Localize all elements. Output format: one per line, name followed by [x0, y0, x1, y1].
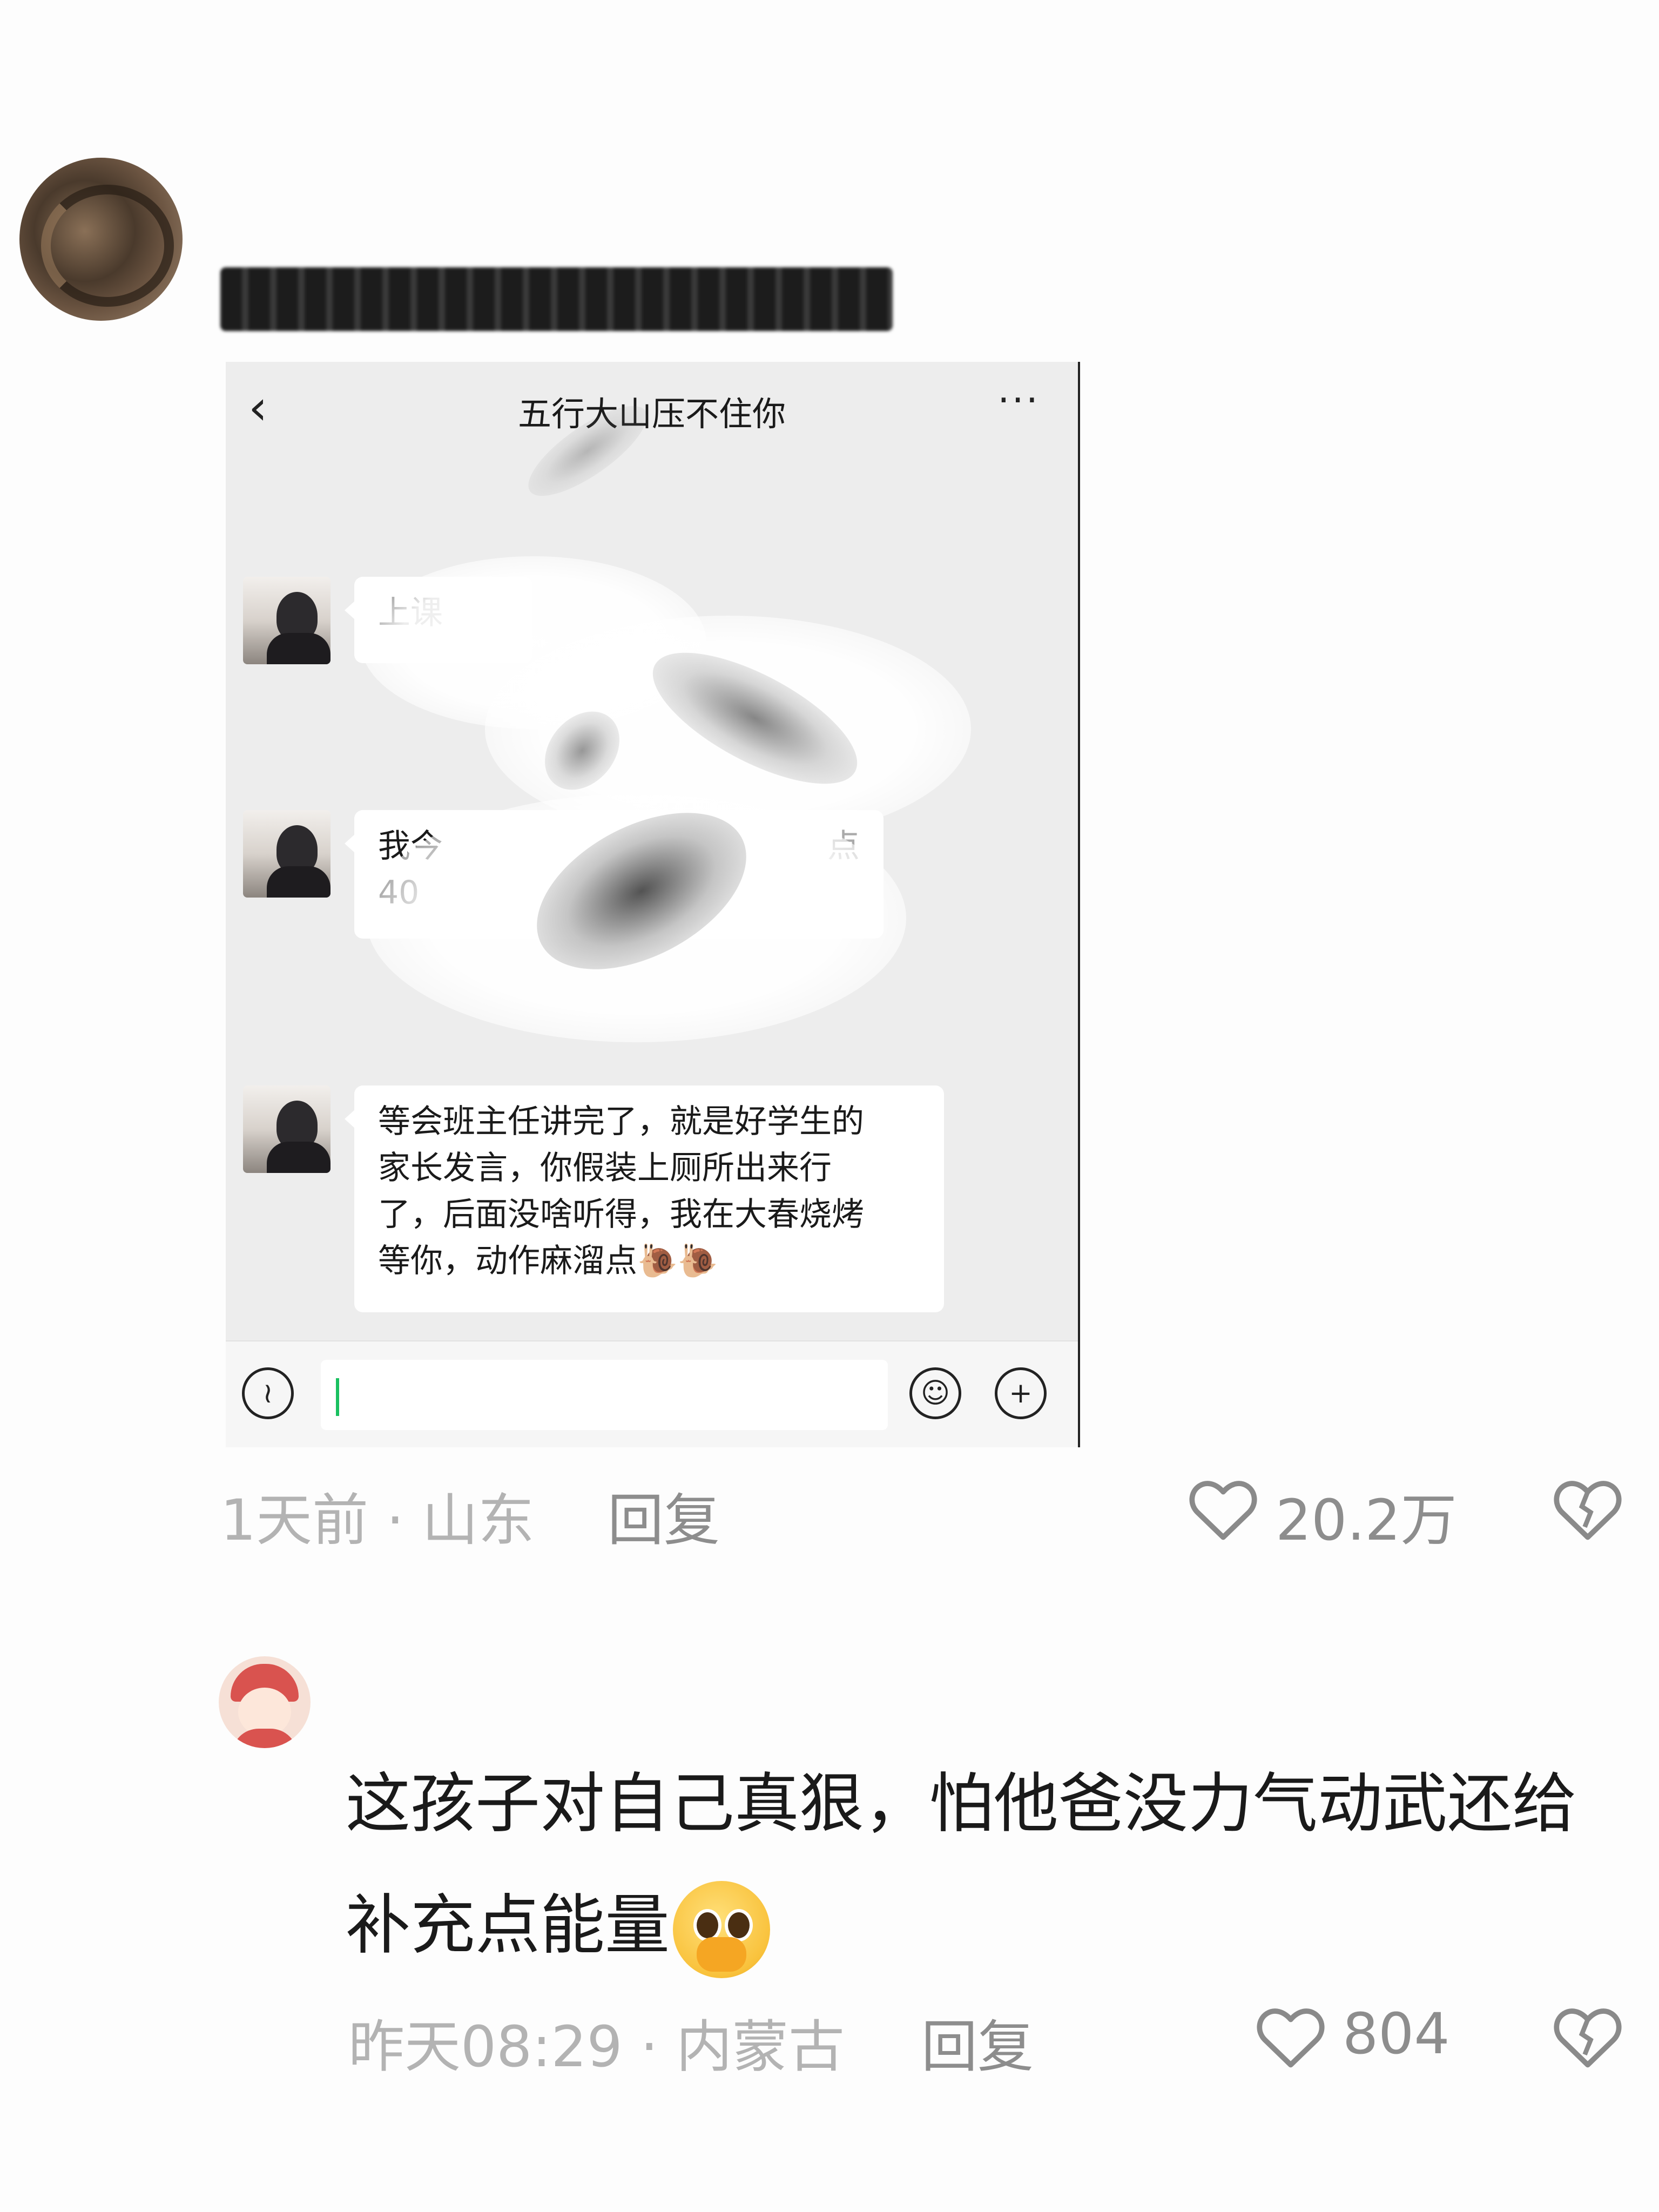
- reply-button[interactable]: 回复: [608, 1474, 720, 1556]
- message-text: 等你，动作麻溜点: [378, 1242, 637, 1280]
- snail-emoji: 🐌🐌: [637, 1242, 718, 1280]
- commenter-avatar[interactable]: [219, 1656, 311, 1748]
- chat-input-bar: ≀ ☺ +: [226, 1340, 1078, 1447]
- more-dots-icon: ···: [997, 378, 1040, 422]
- heart-outline-icon[interactable]: [1188, 1477, 1258, 1544]
- chat-header: ‹ 五行大山压不住你 ···: [226, 362, 1078, 454]
- broken-heart-icon[interactable]: [1553, 2005, 1623, 2072]
- sender-avatar: [243, 577, 331, 664]
- message-text: 了，后面没啥听得，我在大春烧烤: [378, 1196, 864, 1233]
- heart-outline-icon[interactable]: [1256, 2005, 1326, 2072]
- emoji-icon[interactable]: ☺: [909, 1367, 961, 1419]
- sender-avatar: [243, 1085, 331, 1173]
- broken-heart-icon[interactable]: [1553, 1477, 1623, 1544]
- comment-text-line: 这孩子对自己真狠，怕他爸没力气动武还给: [346, 1766, 1577, 1842]
- plus-icon[interactable]: +: [995, 1367, 1047, 1419]
- sender-avatar: [243, 810, 331, 898]
- redacted-comment-text: [220, 267, 893, 331]
- like-count: 20.2万: [1276, 1487, 1457, 1553]
- comment-text: 这孩子对自己真狠，怕他爸没力气动武还给 补充点能量: [346, 1743, 1642, 1986]
- voice-icon[interactable]: ≀: [242, 1367, 294, 1419]
- message-bubble: 等会班主任讲完了，就是好学生的 家长发言，你假装上厕所出来行 了，后面没啥听得，…: [345, 1085, 944, 1312]
- reply-button[interactable]: 回复: [921, 2001, 1034, 2082]
- message-text: 家长发言，你假装上厕所出来行: [378, 1149, 832, 1187]
- message-input[interactable]: [321, 1360, 888, 1430]
- like-count: 804: [1343, 2001, 1450, 2067]
- message-text: 等会班主任讲完了，就是好学生的: [378, 1103, 864, 1141]
- chat-screenshot-image[interactable]: ‹ 五行大山压不住你 ··· 上课 我今 40 点 等会班主任讲完了，就是好学生…: [226, 362, 1080, 1447]
- comment-time-location: 昨天08:29 · 内蒙古: [348, 2014, 845, 2080]
- chat-title: 五行大山压不住你: [517, 394, 786, 434]
- commenter-avatar[interactable]: [19, 158, 183, 321]
- comment-time-location: 1天前 · 山东: [220, 1487, 535, 1553]
- pleading-face-emoji-icon: [673, 1881, 770, 1979]
- comment-text-line: 补充点能量: [346, 1888, 670, 1963]
